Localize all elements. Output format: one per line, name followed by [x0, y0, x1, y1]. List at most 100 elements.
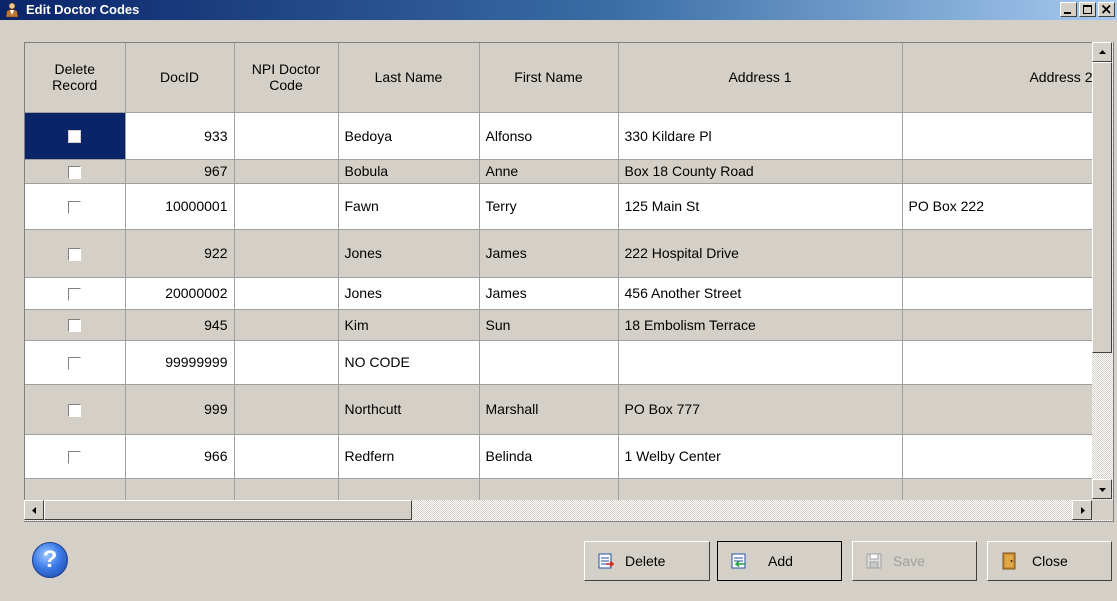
address-2-cell[interactable] [902, 340, 1113, 385]
docid-cell[interactable]: 20000002 [125, 277, 235, 310]
table-row[interactable]: 999 Northcutt Marshall PO Box 777 [25, 384, 1113, 435]
npi-code-cell[interactable] [234, 229, 339, 278]
table-row[interactable]: 922 Jones James 222 Hospital Drive [25, 229, 1113, 278]
docid-cell[interactable]: 967 [125, 159, 235, 184]
table-row[interactable]: 967 Bobula Anne Box 18 County Road [25, 159, 1113, 184]
address-2-cell[interactable] [902, 384, 1113, 435]
first-name-cell[interactable]: Terry [479, 183, 619, 230]
table-row[interactable]: 933 Bedoya Alfonso 330 Kildare Pl [25, 112, 1113, 160]
first-name-cell[interactable]: Belinda [479, 434, 619, 479]
table-row[interactable]: 966 Redfern Belinda 1 Welby Center [25, 434, 1113, 479]
delete-record-checkbox[interactable] [68, 130, 82, 144]
first-name-cell[interactable]: James [479, 277, 619, 310]
save-button[interactable]: Save [852, 541, 977, 581]
npi-code-cell[interactable] [234, 112, 339, 160]
scroll-right-button[interactable] [1072, 500, 1092, 520]
delete-record-cell[interactable] [25, 434, 126, 479]
address-1-cell[interactable]: 330 Kildare Pl [618, 112, 903, 160]
first-name-cell[interactable]: Marshall [479, 384, 619, 435]
delete-record-cell[interactable] [25, 229, 126, 278]
last-name-cell[interactable]: NO CODE [338, 340, 480, 385]
scroll-up-button[interactable] [1092, 42, 1112, 62]
first-name-cell[interactable]: Alfonso [479, 112, 619, 160]
column-header-docid[interactable]: DocID [125, 43, 235, 113]
first-name-cell[interactable] [479, 340, 619, 385]
address-2-cell[interactable] [902, 159, 1113, 184]
docid-cell[interactable]: 945 [125, 309, 235, 341]
address-2-cell[interactable] [902, 112, 1113, 160]
delete-record-cell[interactable] [25, 384, 126, 435]
table-row[interactable]: 945 Kim Sun 18 Embolism Terrace [25, 309, 1113, 341]
delete-record-checkbox[interactable] [68, 319, 82, 333]
first-name-cell[interactable]: Anne [479, 159, 619, 184]
address-2-cell[interactable] [902, 229, 1113, 278]
address-1-cell[interactable]: 222 Hospital Drive [618, 229, 903, 278]
column-header-delete-record[interactable]: Delete Record [25, 43, 126, 113]
npi-code-cell[interactable] [234, 384, 339, 435]
delete-record-cell[interactable] [25, 309, 126, 341]
delete-record-cell[interactable] [25, 112, 126, 160]
last-name-cell[interactable]: Bobula [338, 159, 480, 184]
scroll-down-button[interactable] [1092, 479, 1112, 499]
last-name-cell[interactable]: Kim [338, 309, 480, 341]
first-name-cell[interactable]: James [479, 229, 619, 278]
close-window-button[interactable] [1098, 2, 1115, 17]
delete-record-checkbox[interactable] [68, 247, 82, 261]
address-1-cell[interactable]: 125 Main St [618, 183, 903, 230]
address-1-cell[interactable]: Box 18 County Road [618, 159, 903, 184]
vertical-scroll-thumb[interactable] [1092, 62, 1112, 353]
vertical-scrollbar[interactable] [1092, 42, 1113, 500]
docid-cell[interactable]: 933 [125, 112, 235, 160]
first-name-cell[interactable]: Sun [479, 309, 619, 341]
last-name-cell[interactable]: Northcutt [338, 384, 480, 435]
address-1-cell[interactable] [618, 340, 903, 385]
docid-cell[interactable]: 922 [125, 229, 235, 278]
docid-cell[interactable]: 10000001 [125, 183, 235, 230]
address-1-cell[interactable]: 1 Welby Center [618, 434, 903, 479]
restore-button[interactable] [1079, 2, 1096, 17]
address-2-cell[interactable] [902, 277, 1113, 310]
help-button[interactable]: ? [32, 542, 68, 578]
npi-code-cell[interactable] [234, 340, 339, 385]
address-2-cell[interactable] [902, 434, 1113, 479]
delete-record-checkbox[interactable] [68, 287, 82, 301]
delete-record-cell[interactable] [25, 340, 126, 385]
delete-record-checkbox[interactable] [68, 165, 82, 179]
last-name-cell[interactable]: Fawn [338, 183, 480, 230]
title-bar[interactable]: Edit Doctor Codes [0, 0, 1117, 20]
delete-record-checkbox[interactable] [68, 403, 82, 417]
docid-cell[interactable]: 99999999 [125, 340, 235, 385]
horizontal-scrollbar[interactable] [24, 500, 1113, 521]
doctor-codes-grid[interactable]: Delete Record DocID NPI Doctor Code Last… [24, 42, 1114, 522]
npi-code-cell[interactable] [234, 309, 339, 341]
table-row[interactable]: 20000002 Jones James 456 Another Street [25, 277, 1113, 310]
delete-record-cell[interactable] [25, 277, 126, 310]
delete-record-checkbox[interactable] [68, 200, 82, 214]
last-name-cell[interactable]: Jones [338, 277, 480, 310]
add-button[interactable]: Add [717, 541, 842, 581]
delete-record-cell[interactable] [25, 183, 126, 230]
docid-cell[interactable]: 966 [125, 434, 235, 479]
address-1-cell[interactable]: PO Box 777 [618, 384, 903, 435]
column-header-last-name[interactable]: Last Name [338, 43, 480, 113]
npi-code-cell[interactable] [234, 434, 339, 479]
npi-code-cell[interactable] [234, 277, 339, 310]
address-2-cell[interactable]: PO Box 222 [902, 183, 1113, 230]
last-name-cell[interactable]: Jones [338, 229, 480, 278]
address-1-cell[interactable]: 18 Embolism Terrace [618, 309, 903, 341]
close-button[interactable]: Close [987, 541, 1112, 581]
scroll-left-button[interactable] [24, 500, 44, 520]
address-2-cell[interactable] [902, 309, 1113, 341]
minimize-button[interactable] [1060, 2, 1077, 17]
delete-record-cell[interactable] [25, 159, 126, 184]
delete-record-checkbox[interactable] [68, 450, 82, 464]
delete-button[interactable]: Delete [584, 541, 710, 581]
table-row[interactable]: 99999999 NO CODE [25, 340, 1113, 385]
delete-record-checkbox[interactable] [68, 356, 82, 370]
column-header-first-name[interactable]: First Name [479, 43, 619, 113]
npi-code-cell[interactable] [234, 183, 339, 230]
column-header-address-2[interactable]: Address 2 [902, 43, 1113, 113]
column-header-npi-doctor-code[interactable]: NPI Doctor Code [234, 43, 339, 113]
npi-code-cell[interactable] [234, 159, 339, 184]
docid-cell[interactable]: 999 [125, 384, 235, 435]
